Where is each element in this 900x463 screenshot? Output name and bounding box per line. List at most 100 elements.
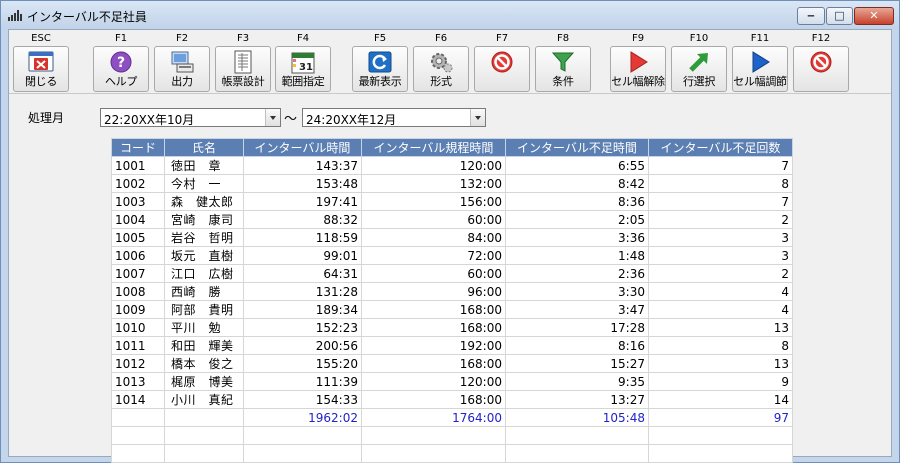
table-row[interactable]: 1013 梶原 博美 111:39 120:00 9:35 9 <box>111 372 793 391</box>
cell-shortage-count: 14 <box>648 390 793 409</box>
cell-shortage-count: 2 <box>648 210 793 229</box>
cell-shortage-time: 2:05 <box>505 210 649 229</box>
table-row[interactable]: 1002 今村 一 153:48 132:00 8:42 8 <box>111 174 793 193</box>
period-to-value: 24:20XX年12月 <box>306 113 397 127</box>
help-icon: ? <box>110 51 132 73</box>
row-select-label: 行選択 <box>682 75 716 88</box>
period-from-select[interactable]: 22:20XX年10月 <box>100 108 281 127</box>
total-cell-code <box>111 408 165 427</box>
report-design-icon <box>234 50 252 74</box>
cell-code: 1006 <box>111 246 165 265</box>
cell-name: 岩谷 哲明 <box>164 228 244 247</box>
maximize-button[interactable]: □ <box>826 7 853 25</box>
column-header-shortage-count[interactable]: インターバル不足回数 <box>648 138 793 157</box>
output-button[interactable]: 出力 <box>154 46 210 92</box>
total-cell-name <box>164 408 244 427</box>
format-button[interactable]: 形式 <box>413 46 469 92</box>
table-row[interactable]: 1003 森 健太郎 197:41 156:00 8:36 7 <box>111 192 793 211</box>
close-button[interactable]: ✕ <box>854 7 894 25</box>
cell-regulation-time: 168:00 <box>361 354 506 373</box>
empty-cell <box>164 444 244 463</box>
fkey-label-f3: F3 <box>236 33 250 44</box>
cell-code: 1002 <box>111 174 165 193</box>
column-header-interval-time[interactable]: インターバル時間 <box>243 138 362 157</box>
cell-shortage-count: 4 <box>648 300 793 319</box>
minimize-button[interactable]: ‒ <box>797 7 825 25</box>
output-icon <box>171 51 194 73</box>
cell-shortage-time: 3:30 <box>505 282 649 301</box>
range-select-button[interactable]: 31 範囲指定 <box>275 46 331 92</box>
table-row[interactable]: 1005 岩谷 哲明 118:59 84:00 3:36 3 <box>111 228 793 247</box>
range-select-label: 範囲指定 <box>281 75 325 88</box>
cell-code: 1009 <box>111 300 165 319</box>
cell-code: 1001 <box>111 156 165 175</box>
table-row[interactable]: 1010 平川 勉 152:23 168:00 17:28 13 <box>111 318 793 337</box>
cell-name: 徳田 章 <box>164 156 244 175</box>
bar-chart-icon <box>8 10 22 21</box>
play-icon <box>630 51 648 73</box>
gear-icon <box>431 53 453 73</box>
cell-shortage-count: 9 <box>648 372 793 391</box>
empty-row[interactable] <box>111 444 793 463</box>
filter-label: 条件 <box>552 75 574 88</box>
cell-interval-time: 154:33 <box>243 390 362 409</box>
report-design-button[interactable]: 帳票設計 <box>215 46 271 92</box>
cell-regulation-time: 120:00 <box>361 156 506 175</box>
cell-shortage-time: 1:48 <box>505 246 649 265</box>
table-row[interactable]: 1011 和田 輝美 200:56 192:00 8:16 8 <box>111 336 793 355</box>
empty-row[interactable] <box>111 426 793 445</box>
fkey-label-f8: F8 <box>556 33 570 44</box>
help-label: ヘルプ <box>104 75 138 88</box>
fkey-label-f5: F5 <box>373 33 387 44</box>
empty-cell <box>111 444 165 463</box>
column-header-regulation-time[interactable]: インターバル規程時間 <box>361 138 506 157</box>
filter-button[interactable]: 条件 <box>535 46 591 92</box>
column-header-shortage-time[interactable]: インターバル不足時間 <box>505 138 649 157</box>
window-title: インターバル不足社員 <box>27 10 147 24</box>
cell-shortage-time: 15:27 <box>505 354 649 373</box>
empty-cell <box>243 426 362 445</box>
svg-text:?: ? <box>117 55 125 71</box>
cell-name: 宮崎 康司 <box>164 210 244 229</box>
cell-regulation-time: 192:00 <box>361 336 506 355</box>
table-row[interactable]: 1004 宮崎 康司 88:32 60:00 2:05 2 <box>111 210 793 229</box>
row-select-button[interactable]: 行選択 <box>671 46 727 92</box>
table-row[interactable]: 1014 小川 真紀 154:33 168:00 13:27 14 <box>111 390 793 409</box>
prohibited-icon <box>491 51 513 73</box>
cell-code: 1003 <box>111 192 165 211</box>
cell-regulation-time: 168:00 <box>361 318 506 337</box>
cell-regulation-time: 60:00 <box>361 210 506 229</box>
f12-button[interactable] <box>793 46 849 92</box>
refresh-button[interactable]: 最新表示 <box>352 46 408 92</box>
cell-shortage-time: 13:27 <box>505 390 649 409</box>
chevron-down-icon[interactable] <box>265 109 280 126</box>
table-row[interactable]: 1001 徳田 章 143:37 120:00 6:55 7 <box>111 156 793 175</box>
total-regulation-time: 1764:00 <box>361 408 506 427</box>
help-button[interactable]: ? ヘルプ <box>93 46 149 92</box>
table-total-row[interactable]: 1962:02 1764:00 105:48 97 <box>111 408 793 427</box>
chevron-down-icon[interactable] <box>470 109 485 126</box>
cell-width-adjust-button[interactable]: セル幅調節 <box>732 46 788 92</box>
close-window-label: 閉じる <box>24 75 58 88</box>
cell-shortage-time: 8:42 <box>505 174 649 193</box>
cell-regulation-time: 156:00 <box>361 192 506 211</box>
cell-shortage-time: 3:36 <box>505 228 649 247</box>
empty-cell <box>164 426 244 445</box>
f7-button[interactable] <box>474 46 530 92</box>
table-row[interactable]: 1009 阿部 貴明 189:34 168:00 3:47 4 <box>111 300 793 319</box>
column-header-code[interactable]: コード <box>111 138 165 157</box>
cell-width-reset-button[interactable]: セル幅解除 <box>610 46 666 92</box>
fkey-label-f10: F10 <box>689 33 709 44</box>
period-to-select[interactable]: 24:20XX年12月 <box>302 108 486 127</box>
table-row[interactable]: 1007 江口 広樹 64:31 60:00 2:36 2 <box>111 264 793 283</box>
cell-interval-time: 200:56 <box>243 336 362 355</box>
calendar-icon: 31 <box>291 52 315 74</box>
table-row[interactable]: 1008 西崎 勝 131:28 96:00 3:30 4 <box>111 282 793 301</box>
cell-shortage-time: 8:16 <box>505 336 649 355</box>
close-window-button[interactable]: 閉じる <box>13 46 69 92</box>
table-row[interactable]: 1012 橋本 俊之 155:20 168:00 15:27 13 <box>111 354 793 373</box>
cell-shortage-time: 3:47 <box>505 300 649 319</box>
table-row[interactable]: 1006 坂元 直樹 99:01 72:00 1:48 3 <box>111 246 793 265</box>
title-bar[interactable]: インターバル不足社員 ‒ □ ✕ <box>1 1 899 29</box>
column-header-name[interactable]: 氏名 <box>164 138 244 157</box>
